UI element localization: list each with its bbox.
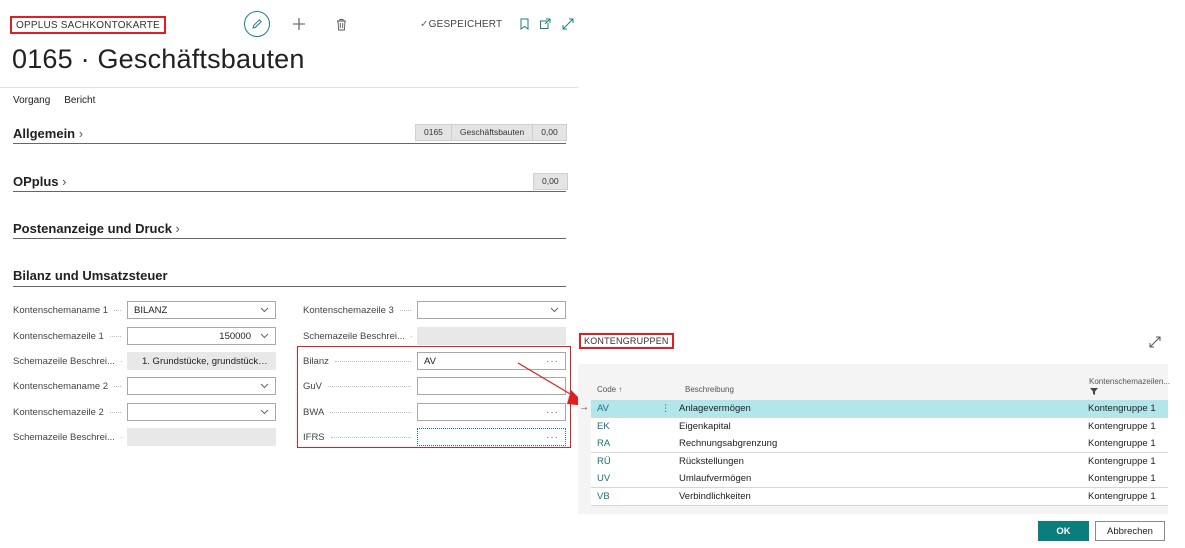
section-postenanzeige[interactable]: Postenanzeige und Druck ›: [13, 221, 180, 236]
section-divider: [13, 238, 566, 239]
section-divider: [13, 143, 566, 144]
expand-icon[interactable]: [561, 17, 575, 31]
column-header-code[interactable]: Code ↑: [597, 385, 622, 394]
cancel-button[interactable]: Abbrechen: [1095, 521, 1165, 541]
chevron-down-icon: [549, 305, 559, 315]
field-label: Schemazeile Beschrei...: [303, 330, 411, 342]
filter-icon[interactable]: [1090, 387, 1098, 398]
field-label: Kontenschemaname 1: [13, 301, 125, 319]
edit-icon[interactable]: [244, 11, 270, 37]
field-label: Kontenschemazeile 2: [13, 403, 125, 421]
section-opplus[interactable]: OPplus ›: [13, 174, 66, 189]
table-row[interactable]: EK Eigenkapital Kontengruppe 1: [591, 418, 1168, 436]
kontenschemazeile-2-select[interactable]: [127, 403, 276, 421]
schemazeile-beschreibung-3: [417, 327, 566, 345]
schemazeile-beschreibung-2: [127, 428, 276, 446]
section-bilanz: Bilanz und Umsatzsteuer: [13, 268, 168, 283]
bookmark-icon[interactable]: [518, 17, 530, 31]
chevron-down-icon: [259, 407, 269, 417]
field-label: Schemazeile Beschrei...: [13, 431, 121, 443]
section-allgemein[interactable]: Allgemein ›: [13, 126, 83, 141]
chevron-down-icon: [259, 305, 269, 315]
section-divider: [13, 286, 566, 287]
column-header-beschreibung[interactable]: Beschreibung: [685, 385, 734, 394]
kontenschemazeile-1-select[interactable]: 150000: [127, 327, 276, 345]
field-label: Kontenschemaname 2: [13, 377, 125, 395]
section-divider: [13, 191, 566, 192]
menu-item-vorgang[interactable]: Vorgang: [13, 95, 50, 106]
ok-button[interactable]: OK: [1038, 521, 1089, 541]
chevron-down-icon: [259, 331, 269, 341]
chevron-down-icon: [259, 381, 269, 391]
table-row[interactable]: UV Umlaufvermögen Kontengruppe 1: [591, 470, 1168, 488]
field-label: Schemazeile Beschrei...: [13, 355, 121, 367]
saved-status: ✓GESPEICHERT: [420, 19, 503, 30]
page-title: 0165 · Geschäftsbauten: [12, 44, 305, 74]
column-header-kontenschemazeilen[interactable]: Kontenschemazeilen...: [1089, 377, 1170, 386]
expand-icon[interactable]: [1148, 335, 1162, 349]
delete-icon[interactable]: [334, 16, 348, 32]
lookup-title: KONTENGRUPPEN: [579, 333, 674, 349]
action-menu: Vorgang Bericht: [13, 95, 95, 106]
chevron-right-icon: ›: [78, 126, 84, 141]
table-row[interactable]: RÜ Rückstellungen Kontengruppe 1: [591, 453, 1168, 471]
arrow-right-icon: →: [579, 402, 589, 413]
card-type-label: OPPLUS SACHKONTOKARTE: [10, 16, 166, 34]
chevron-right-icon: ›: [62, 174, 67, 189]
schemazeile-beschreibung-1: 1. Grundstücke, grundstücksg...: [127, 352, 276, 370]
allgemein-summary: 0165 Geschäftsbauten 0,00: [415, 124, 567, 141]
menu-item-bericht[interactable]: Bericht: [64, 95, 95, 106]
field-label: Kontenschemazeile 3: [303, 301, 415, 319]
chevron-right-icon: ›: [175, 221, 180, 236]
kontenschemaname-1-select[interactable]: BILANZ: [127, 301, 276, 319]
field-label: Kontenschemazeile 1: [13, 327, 125, 345]
kontenschemazeile-3-select[interactable]: [417, 301, 566, 319]
plus-icon[interactable]: [291, 16, 307, 32]
menu-divider: [0, 87, 578, 88]
table-row[interactable]: AV ⋮ Anlagevermögen Kontengruppe 1: [591, 400, 1168, 418]
check-icon: ✓: [420, 19, 429, 30]
opplus-summary: 0,00: [533, 173, 568, 190]
row-menu-icon[interactable]: ⋮: [661, 403, 671, 414]
open-new-icon[interactable]: [538, 17, 552, 31]
kontenschemaname-2-select[interactable]: [127, 377, 276, 395]
table-row[interactable]: VB Verbindlichkeiten Kontengruppe 1: [591, 488, 1168, 506]
table-row[interactable]: RA Rechnungsabgrenzung Kontengruppe 1: [591, 435, 1168, 453]
